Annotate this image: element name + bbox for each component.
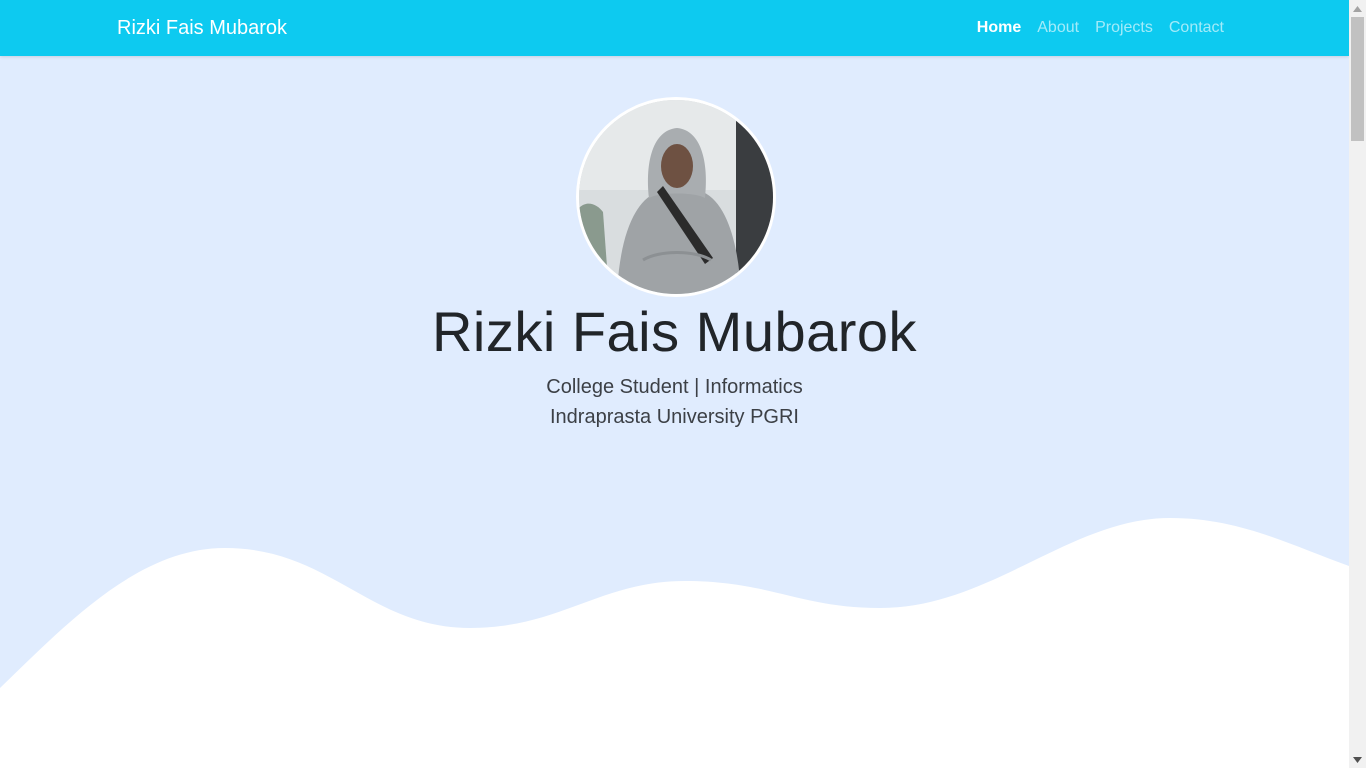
hero-subtitle-role: College Student | Informatics	[546, 376, 803, 398]
nav-menu: Home About Projects Contact	[977, 18, 1224, 38]
nav-item-home[interactable]: Home	[977, 18, 1021, 38]
scroll-up-arrow-icon[interactable]	[1349, 0, 1366, 17]
vertical-scrollbar[interactable]	[1349, 0, 1366, 768]
scroll-down-arrow-icon[interactable]	[1349, 751, 1366, 768]
viewport: Rizki Fais Mubarok Home About Projects C…	[0, 0, 1349, 768]
profile-photo	[576, 97, 776, 297]
navbar: Rizki Fais Mubarok Home About Projects C…	[0, 0, 1349, 56]
navbar-brand[interactable]: Rizki Fais Mubarok	[117, 16, 287, 40]
hero-title: Rizki Fais Mubarok	[431, 300, 918, 363]
hero-subtitle-university: Indraprasta University PGRI	[550, 406, 799, 428]
page: Rizki Fais Mubarok Home About Projects C…	[0, 0, 1366, 768]
scrollbar-thumb[interactable]	[1351, 17, 1364, 141]
nav-item-projects[interactable]: Projects	[1095, 18, 1153, 38]
nav-item-about[interactable]: About	[1037, 18, 1079, 38]
nav-item-contact[interactable]: Contact	[1169, 18, 1224, 38]
